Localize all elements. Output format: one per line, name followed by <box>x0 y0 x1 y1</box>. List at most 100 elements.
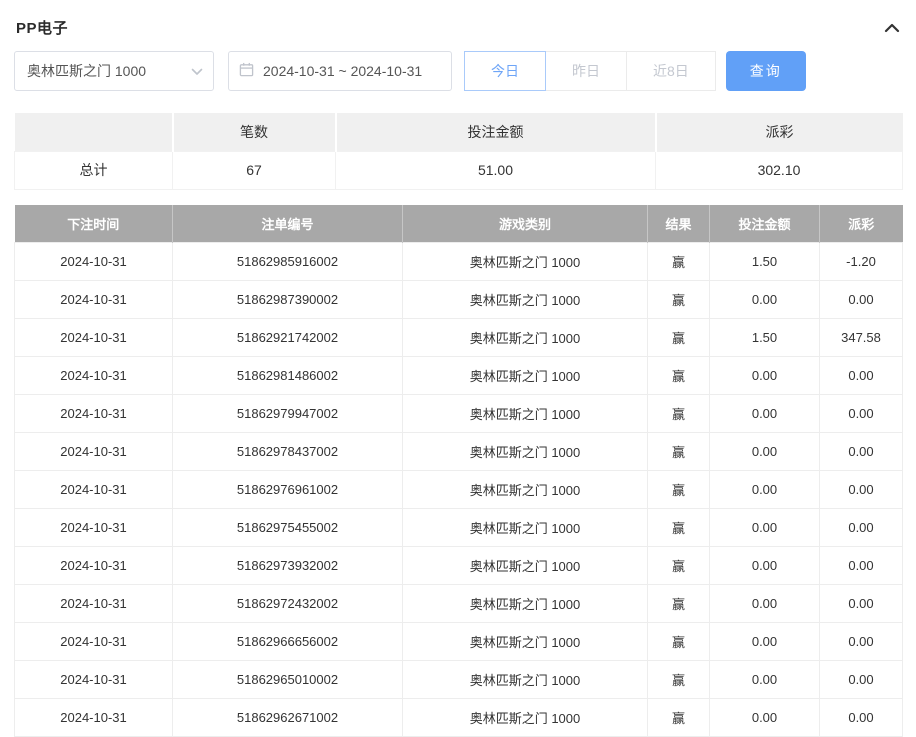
cell-payout: 0.00 <box>820 547 903 585</box>
cell-result: 赢 <box>648 471 710 509</box>
cell-bet-amount: 0.00 <box>710 699 820 737</box>
column-header-bet-amount: 投注金额 <box>710 205 820 243</box>
cell-order-number: 51862976961002 <box>173 471 403 509</box>
summary-header-count: 笔数 <box>173 113 336 151</box>
cell-bet-amount: 1.50 <box>710 319 820 357</box>
cell-bet-amount: 0.00 <box>710 357 820 395</box>
table-row: 2024-10-31 51862981486002 奥林匹斯之门 1000 赢 … <box>15 357 903 395</box>
summary-total-bet-amount: 51.00 <box>336 151 656 189</box>
date-range-picker[interactable]: 2024-10-31 ~ 2024-10-31 <box>228 51 452 91</box>
cell-game-type: 奥林匹斯之门 1000 <box>403 623 648 661</box>
table-row: 2024-10-31 51862979947002 奥林匹斯之门 1000 赢 … <box>15 395 903 433</box>
cell-game-type: 奥林匹斯之门 1000 <box>403 585 648 623</box>
cell-game-type: 奥林匹斯之门 1000 <box>403 357 648 395</box>
cell-order-number: 51862978437002 <box>173 433 403 471</box>
table-row: 2024-10-31 51862972432002 奥林匹斯之门 1000 赢 … <box>15 585 903 623</box>
table-row: 2024-10-31 51862962671002 奥林匹斯之门 1000 赢 … <box>15 699 903 737</box>
chevron-down-icon <box>191 63 203 79</box>
cell-bet-amount: 0.00 <box>710 395 820 433</box>
cell-bet-amount: 1.50 <box>710 243 820 281</box>
cell-order-number: 51862972432002 <box>173 585 403 623</box>
summary-table: 笔数 投注金额 派彩 总计 67 51.00 302.10 <box>14 113 903 190</box>
cell-game-type: 奥林匹斯之门 1000 <box>403 433 648 471</box>
table-row: 2024-10-31 51862973932002 奥林匹斯之门 1000 赢 … <box>15 547 903 585</box>
summary-total-row: 总计 67 51.00 302.10 <box>15 151 903 189</box>
cell-bet-amount: 0.00 <box>710 509 820 547</box>
cell-bet-time: 2024-10-31 <box>15 585 173 623</box>
cell-bet-time: 2024-10-31 <box>15 547 173 585</box>
cell-order-number: 51862979947002 <box>173 395 403 433</box>
cell-bet-amount: 0.00 <box>710 471 820 509</box>
cell-bet-amount: 0.00 <box>710 547 820 585</box>
cell-order-number: 51862966656002 <box>173 623 403 661</box>
quick-range-group: 今日 昨日 近8日 <box>464 51 716 91</box>
column-header-game-type: 游戏类别 <box>403 205 648 243</box>
table-row: 2024-10-31 51862985916002 奥林匹斯之门 1000 赢 … <box>15 243 903 281</box>
cell-order-number: 51862981486002 <box>173 357 403 395</box>
cell-bet-time: 2024-10-31 <box>15 243 173 281</box>
game-select[interactable]: 奥林匹斯之门 1000 <box>14 51 214 91</box>
game-select-value: 奥林匹斯之门 1000 <box>27 61 146 81</box>
cell-bet-time: 2024-10-31 <box>15 623 173 661</box>
cell-order-number: 51862975455002 <box>173 509 403 547</box>
cell-bet-amount: 0.00 <box>710 585 820 623</box>
cell-game-type: 奥林匹斯之门 1000 <box>403 243 648 281</box>
panel-header: PP电子 <box>14 0 902 51</box>
pp-games-panel: PP电子 奥林匹斯之门 1000 2024-10-31 ~ 2024-10-31… <box>0 0 916 737</box>
bet-records-table: 下注时间 注单编号 游戏类别 结果 投注金额 派彩 2024-10-31 518… <box>14 205 903 737</box>
cell-payout: 0.00 <box>820 699 903 737</box>
quick-button-today[interactable]: 今日 <box>464 51 546 91</box>
column-header-order-number: 注单编号 <box>173 205 403 243</box>
cell-bet-time: 2024-10-31 <box>15 471 173 509</box>
cell-payout: 0.00 <box>820 281 903 319</box>
cell-result: 赢 <box>648 547 710 585</box>
cell-result: 赢 <box>648 357 710 395</box>
cell-order-number: 51862965010002 <box>173 661 403 699</box>
query-button[interactable]: 查询 <box>726 51 806 91</box>
panel-title: PP电子 <box>16 17 68 38</box>
column-header-result: 结果 <box>648 205 710 243</box>
cell-result: 赢 <box>648 509 710 547</box>
cell-bet-time: 2024-10-31 <box>15 509 173 547</box>
cell-result: 赢 <box>648 661 710 699</box>
collapse-chevron-up-icon[interactable] <box>884 22 900 34</box>
cell-bet-time: 2024-10-31 <box>15 281 173 319</box>
table-row: 2024-10-31 51862921742002 奥林匹斯之门 1000 赢 … <box>15 319 903 357</box>
cell-order-number: 51862921742002 <box>173 319 403 357</box>
cell-payout: 347.58 <box>820 319 903 357</box>
filter-bar: 奥林匹斯之门 1000 2024-10-31 ~ 2024-10-31 今日 昨… <box>14 51 902 91</box>
table-row: 2024-10-31 51862976961002 奥林匹斯之门 1000 赢 … <box>15 471 903 509</box>
cell-result: 赢 <box>648 623 710 661</box>
cell-order-number: 51862985916002 <box>173 243 403 281</box>
cell-order-number: 51862973932002 <box>173 547 403 585</box>
cell-bet-time: 2024-10-31 <box>15 357 173 395</box>
cell-result: 赢 <box>648 243 710 281</box>
cell-result: 赢 <box>648 585 710 623</box>
table-row: 2024-10-31 51862966656002 奥林匹斯之门 1000 赢 … <box>15 623 903 661</box>
cell-result: 赢 <box>648 699 710 737</box>
quick-button-yesterday[interactable]: 昨日 <box>545 51 627 91</box>
cell-game-type: 奥林匹斯之门 1000 <box>403 395 648 433</box>
cell-bet-time: 2024-10-31 <box>15 395 173 433</box>
summary-total-count: 67 <box>173 151 336 189</box>
table-row: 2024-10-31 51862978437002 奥林匹斯之门 1000 赢 … <box>15 433 903 471</box>
table-row: 2024-10-31 51862975455002 奥林匹斯之门 1000 赢 … <box>15 509 903 547</box>
cell-bet-amount: 0.00 <box>710 661 820 699</box>
cell-game-type: 奥林匹斯之门 1000 <box>403 471 648 509</box>
date-range-value: 2024-10-31 ~ 2024-10-31 <box>263 63 422 79</box>
summary-header-bet-amount: 投注金额 <box>336 113 656 151</box>
cell-order-number: 51862987390002 <box>173 281 403 319</box>
calendar-icon <box>239 62 254 80</box>
table-row: 2024-10-31 51862965010002 奥林匹斯之门 1000 赢 … <box>15 661 903 699</box>
cell-bet-time: 2024-10-31 <box>15 319 173 357</box>
summary-total-payout: 302.10 <box>656 151 903 189</box>
cell-payout: -1.20 <box>820 243 903 281</box>
cell-result: 赢 <box>648 433 710 471</box>
bet-table-body: 2024-10-31 51862985916002 奥林匹斯之门 1000 赢 … <box>15 243 903 737</box>
table-row: 2024-10-31 51862987390002 奥林匹斯之门 1000 赢 … <box>15 281 903 319</box>
cell-game-type: 奥林匹斯之门 1000 <box>403 547 648 585</box>
cell-game-type: 奥林匹斯之门 1000 <box>403 281 648 319</box>
quick-button-last8days[interactable]: 近8日 <box>626 51 716 91</box>
cell-bet-time: 2024-10-31 <box>15 433 173 471</box>
column-header-bet-time: 下注时间 <box>15 205 173 243</box>
